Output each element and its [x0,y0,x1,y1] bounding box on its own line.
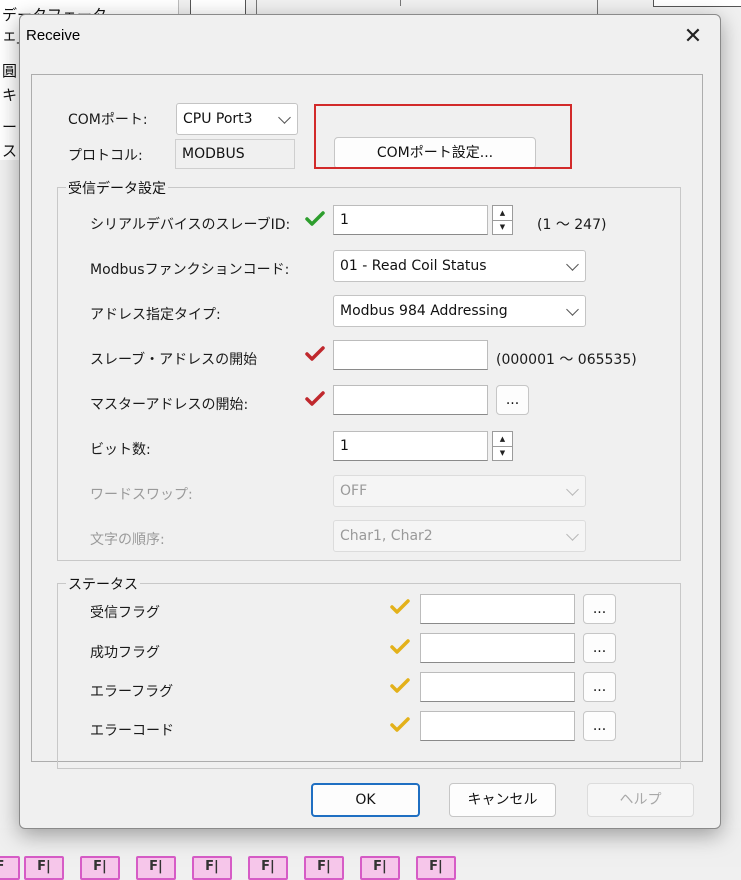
bit-count-spinner[interactable]: ▲ ▼ [492,431,513,461]
slave-address-start-label: スレーブ・アドレスの開始 [90,352,258,368]
background-text: キ [2,86,18,104]
status-row-label: エラーコード [90,723,174,739]
master-address-start-label: マスターアドレスの開始: [90,397,249,413]
receive-settings-group: 受信データ設定 シリアルデバイスのスレーブID: 1 ▲ ▼ (1 ～ 247)… [57,178,681,561]
chevron-down-icon [566,528,579,541]
error-flag-browse-button[interactable]: ... [583,672,616,702]
slave-address-range: (000001 ～ 065535) [496,352,637,368]
ladder-contact: F| [360,856,400,880]
chevron-down-icon [566,258,579,271]
ladder-contact: F| [416,856,456,880]
ladder-contact: F| [248,856,288,880]
check-icon [390,599,410,614]
background-text: ス [2,142,18,160]
dialog-title: Receive [26,27,81,44]
spin-up-icon[interactable]: ▲ [493,206,512,221]
spin-down-icon[interactable]: ▼ [493,220,512,234]
receive-dialog: Receive ✕ COMポート: CPU Port3 プロトコル: MODBU… [19,14,721,829]
spin-down-icon[interactable]: ▼ [493,446,512,460]
address-type-label: アドレス指定タイプ: [90,307,221,323]
word-swap-label: ワードスワップ: [90,487,193,503]
error-code-input[interactable] [420,711,575,741]
spin-up-icon[interactable]: ▲ [493,432,512,447]
check-icon [305,391,325,406]
protocol-field: MODBUS [175,139,295,169]
word-swap-select: OFF [333,475,586,507]
cancel-button[interactable]: キャンセル [449,783,556,817]
word-swap-value: OFF [340,483,368,499]
address-type-select[interactable]: Modbus 984 Addressing [333,295,586,327]
error-flag-input[interactable] [420,672,575,702]
ladder-contact: F| [304,856,344,880]
chevron-down-icon [278,111,291,124]
ladder-contact: F [0,856,20,880]
status-group: ステータス 受信フラグ ... 成功フラグ ... エラーフラグ ... エラー… [57,574,681,769]
dialog-content: COMポート: CPU Port3 プロトコル: MODBUS COMポート設定… [31,74,703,769]
status-row-label: 受信フラグ [90,605,160,621]
status-row-label: 成功フラグ [90,645,160,661]
check-icon [390,717,410,732]
com-port-label: COMポート: [68,112,148,128]
char-order-value: Char1, Char2 [340,528,433,544]
background-ladder-cell [653,0,741,7]
slave-id-label: シリアルデバイスのスレーブID: [90,217,291,233]
status-row-label: エラーフラグ [90,684,174,700]
chevron-down-icon [566,483,579,496]
protocol-label: プロトコル: [68,148,143,164]
ladder-contact: F| [24,856,64,880]
com-port-select[interactable]: CPU Port3 [176,103,298,135]
function-code-select[interactable]: 01 - Read Coil Status [333,250,586,282]
bit-count-input[interactable]: 1 [333,431,488,461]
slave-id-range: (1 ～ 247) [537,217,607,233]
address-type-value: Modbus 984 Addressing [340,303,508,319]
function-code-label: Modbusファンクションコード: [90,262,290,278]
bit-count-label: ビット数: [90,442,151,458]
char-order-select: Char1, Char2 [333,520,586,552]
success-flag-input[interactable] [420,633,575,663]
receive-flag-browse-button[interactable]: ... [583,594,616,624]
slave-address-start-input[interactable] [333,340,488,370]
slave-id-input[interactable]: 1 [333,205,488,235]
background-ladder-line [400,0,401,6]
close-icon[interactable]: ✕ [670,19,716,55]
com-port-value: CPU Port3 [183,111,253,127]
ladder-contact: F| [80,856,120,880]
highlight-box [314,104,572,169]
error-code-browse-button[interactable]: ... [583,711,616,741]
check-icon [390,639,410,654]
background-text: ー [2,118,18,136]
slave-id-spinner[interactable]: ▲ ▼ [492,205,513,235]
check-icon [305,346,325,361]
char-order-label: 文字の順序: [90,532,165,548]
check-icon [390,678,410,693]
master-address-start-input[interactable] [333,385,488,415]
receive-settings-title: 受信データ設定 [66,178,168,198]
check-icon [305,211,325,226]
ladder-contact: F| [136,856,176,880]
ok-button[interactable]: OK [311,783,420,817]
status-group-title: ステータス [66,574,140,594]
master-address-browse-button[interactable]: ... [496,385,529,415]
help-button: ヘルプ [587,783,694,817]
function-code-value: 01 - Read Coil Status [340,258,487,274]
success-flag-browse-button[interactable]: ... [583,633,616,663]
chevron-down-icon [566,303,579,316]
ladder-contact: F| [192,856,232,880]
receive-flag-input[interactable] [420,594,575,624]
